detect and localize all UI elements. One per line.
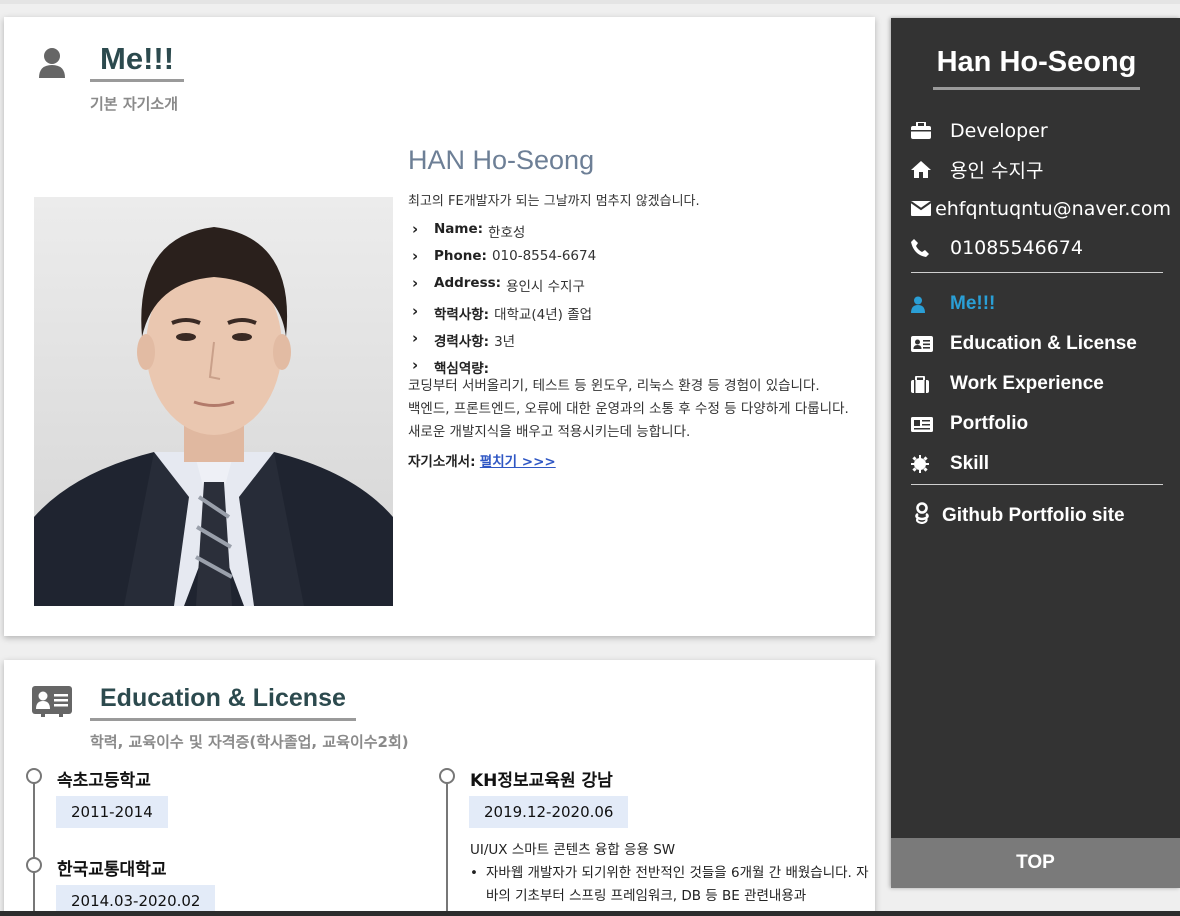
education-section: Education & License 학력, 교육이수 및 자격증(학사졸업,… <box>4 660 875 916</box>
nav-item-skill[interactable]: Skill <box>911 444 1171 484</box>
core-competency-text: 코딩부터 서버올리기, 테스트 등 윈도우, 리눅스 환경 등 경험이 있습니다… <box>408 375 858 444</box>
self-intro-label: 자기소개서: <box>408 454 476 471</box>
github-label: Github Portfolio site <box>942 505 1125 526</box>
fact-value: 010-8554-6674 <box>491 248 597 265</box>
chevron-right-icon: › <box>412 301 419 320</box>
course-name: UI/UX 스마트 콘텐츠 융합 응용 SW <box>470 842 676 858</box>
user-icon <box>911 296 950 313</box>
timeline-dot <box>439 768 455 784</box>
fact-address: › Address: 용인시 수지구 <box>408 275 858 302</box>
timeline-dot <box>26 857 42 873</box>
timeline-title: KH정보교육원 강남 <box>470 771 613 791</box>
nav-label: Skill <box>950 453 990 474</box>
fact-value: 3년 <box>494 333 516 350</box>
gear-icon <box>911 455 950 473</box>
fact-career: › 경력사항: 3년 <box>408 330 858 357</box>
profile-photo <box>34 197 393 606</box>
nav-item-me[interactable]: Me!!! <box>911 284 1171 324</box>
github-icon <box>915 502 942 530</box>
phone-icon <box>911 238 950 257</box>
timeline-dot <box>26 768 42 784</box>
fact-education: › 학력사항: 대학교(4년) 졸업 <box>408 303 858 330</box>
sidebar-divider <box>911 484 1163 485</box>
core-line: 코딩부터 서버올리기, 테스트 등 윈도우, 리눅스 환경 등 경험이 있습니다… <box>408 378 820 395</box>
nav-item-education[interactable]: Education & License <box>911 324 1171 364</box>
info-text: Developer <box>950 119 1048 142</box>
bullet-icon: • <box>470 865 478 881</box>
info-job: Developer <box>911 111 1171 150</box>
timeline-description: UI/UX 스마트 콘텐츠 융합 응용 SW • 자바웹 개발자가 되기위한 전… <box>470 839 870 908</box>
nav-label: Portfolio <box>950 413 1029 434</box>
nav-item-portfolio[interactable]: Portfolio <box>911 404 1171 444</box>
user-icon <box>38 47 66 83</box>
fact-name: › Name: 한호성 <box>408 221 858 248</box>
course-bullet: • 자바웹 개발자가 되기위한 전반적인 것들을 6개월 간 배웠습니다. 자바… <box>470 862 870 908</box>
timeline-right: KH정보교육원 강남 2019.12-2020.06 UI/UX 스마트 콘텐츠… <box>437 766 869 916</box>
nav-label: Work Experience <box>950 373 1104 394</box>
chevron-right-icon: › <box>412 328 419 347</box>
self-intro-row: 자기소개서: 펼치기 >>> <box>408 450 858 470</box>
chevron-right-icon: › <box>412 274 419 293</box>
sidebar-nav: Me!!! Education & License Work Experienc… <box>911 284 1171 484</box>
fact-key: 경력사항: <box>434 333 490 350</box>
course-bullet-text: 자바웹 개발자가 되기위한 전반적인 것들을 6개월 간 배웠습니다. 자바의 … <box>486 865 869 904</box>
sidebar-info: Developer 용인 수지구 ehfqntuqntu@naver.com 0… <box>911 111 1171 267</box>
fact-value: 대학교(4년) 졸업 <box>494 306 593 323</box>
timeline-left: 속초고등학교 2011-2014 한국교통대학교 2014.03-2020.02 <box>24 766 424 916</box>
fact-value: 용인시 수지구 <box>506 279 585 296</box>
intro-block: HAN Ho-Seong 최고의 FE개발자가 되는 그날까지 멈추지 않겠습니… <box>408 145 858 470</box>
nav-label: Me!!! <box>950 293 996 314</box>
github-portfolio-link[interactable]: Github Portfolio site <box>915 502 1125 530</box>
briefcase-icon <box>911 122 950 139</box>
info-phone: 01085546674 <box>911 228 1171 267</box>
info-text: 용인 수지구 <box>950 160 1044 182</box>
intro-motto: 최고의 FE개발자가 되는 그날까지 멈추지 않겠습니다. <box>408 194 700 209</box>
fact-list: › Name: 한호성 › Phone: 010-8554-6674 › Add… <box>408 221 858 384</box>
nav-label: Education & License <box>950 333 1137 354</box>
top-edge <box>0 0 1180 4</box>
section-subtitle: 기본 자기소개 <box>90 95 179 113</box>
sidebar: Han Ho-Seong Developer 용인 수지구 ehfqntuqnt… <box>891 18 1180 888</box>
sidebar-name: Han Ho-Seong <box>933 46 1140 90</box>
chevron-right-icon: › <box>412 355 419 374</box>
id-card-icon <box>31 684 73 722</box>
intro-name: HAN Ho-Seong <box>408 145 595 175</box>
fact-key: Name: <box>434 221 484 237</box>
core-line: 새로운 개발지식을 배우고 적용시키는데 능합니다. <box>408 424 691 441</box>
info-email: ehfqntuqntu@naver.com <box>911 189 1171 228</box>
me-section: Me!!! 기본 자기소개 HAN Ho-Seong 최고의 FE개발자가 되는… <box>4 17 875 636</box>
fact-value: 한호성 <box>488 225 526 241</box>
id-card-icon <box>911 336 950 352</box>
timeline-title: 한국교통대학교 <box>57 860 167 880</box>
home-icon <box>911 161 950 178</box>
timeline-line <box>446 782 448 916</box>
timeline-line <box>33 782 35 916</box>
top-button[interactable]: TOP <box>891 838 1180 888</box>
fact-key: 학력사항: <box>434 306 490 323</box>
section-title: Me!!! <box>90 41 185 82</box>
section-subtitle: 학력, 교육이수 및 자격증(학사졸업, 교육이수2회) <box>90 733 409 751</box>
fact-key: Address: <box>434 275 502 292</box>
info-text: 01085546674 <box>950 236 1083 259</box>
sidebar-divider <box>911 272 1163 273</box>
section-title: Education & License <box>90 684 356 721</box>
core-line: 백엔드, 프론트엔드, 오류에 대한 운영과의 소통 후 수정 등 다양하게 다… <box>408 401 849 418</box>
chevron-right-icon: › <box>412 247 419 266</box>
info-location: 용인 수지구 <box>911 150 1171 189</box>
fact-phone: › Phone: 010-8554-6674 <box>408 248 858 275</box>
timeline-date: 2019.12-2020.06 <box>469 796 629 828</box>
newspaper-icon <box>911 416 950 432</box>
self-intro-expand-link[interactable]: 펼치기 >>> <box>480 454 556 470</box>
envelope-icon <box>911 201 935 216</box>
info-text: ehfqntuqntu@naver.com <box>935 197 1171 220</box>
timeline-date: 2011-2014 <box>56 796 168 828</box>
fact-key: 핵심역량: <box>434 360 490 377</box>
chevron-right-icon: › <box>412 220 419 238</box>
suitcase-icon <box>911 375 950 393</box>
bottom-edge <box>0 911 1180 916</box>
nav-item-work-experience[interactable]: Work Experience <box>911 364 1171 404</box>
timeline-title: 속초고등학교 <box>57 771 151 791</box>
fact-key: Phone: <box>434 248 487 265</box>
